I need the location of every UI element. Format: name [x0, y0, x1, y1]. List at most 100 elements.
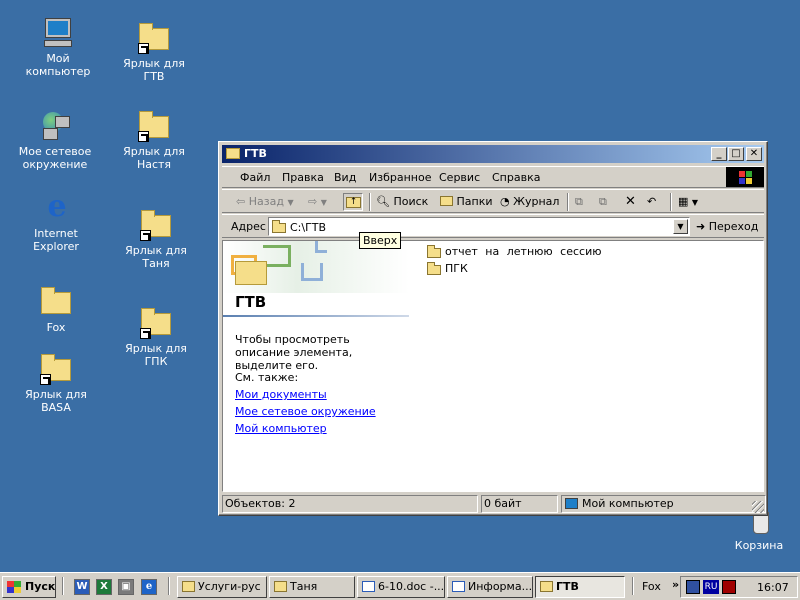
task-button-info[interactable]: Информа...: [447, 576, 533, 598]
fox-toolbar-label[interactable]: Fox: [642, 580, 661, 593]
tray-app-icon[interactable]: [722, 580, 736, 594]
toolbar-separator: [369, 193, 371, 211]
task-button-doc[interactable]: 6-10.doc -...: [357, 576, 445, 598]
search-label: Поиск: [393, 195, 429, 208]
desktop-icon-fox[interactable]: Fox: [17, 286, 95, 334]
desktop-icon-my-computer[interactable]: Мой компьютер: [19, 17, 97, 78]
desktop-icon-label: Мой компьютер: [25, 52, 91, 78]
minimize-button[interactable]: _: [711, 147, 727, 161]
go-label: Переход: [708, 220, 759, 233]
address-dropdown-button[interactable]: ▼: [673, 219, 688, 234]
chevron-down-icon: ▼: [691, 198, 699, 207]
undo-button[interactable]: ↶: [647, 193, 656, 211]
menu-help[interactable]: Справка: [492, 171, 540, 184]
taskbar: Пуск W X ▣ e Услуги-рус Таня 6-10.doc -.…: [0, 572, 800, 600]
forward-button[interactable]: ⇨ ▼: [308, 193, 327, 211]
taskbar-separator: [168, 577, 170, 595]
folder-shortcut-icon: [138, 22, 170, 54]
folder-shortcut-icon: [140, 307, 172, 339]
taskbar-separator: [632, 577, 634, 595]
chevron-down-icon: ▼: [320, 198, 327, 207]
content-area: ГТВ Чтобы просмотреть описание элемента,…: [222, 240, 764, 492]
excel-icon[interactable]: X: [96, 579, 112, 595]
start-button[interactable]: Пуск: [2, 576, 56, 598]
folders-button[interactable]: Папки: [440, 193, 493, 211]
desktop-icon-network[interactable]: Мое сетевое окружение: [16, 110, 94, 171]
desktop-icon-label: Ярлык для Настя: [123, 145, 185, 171]
start-label: Пуск: [25, 580, 56, 593]
word-document-icon: [452, 581, 465, 592]
close-button[interactable]: ✕: [746, 147, 762, 161]
system-tray: RU 16:07: [680, 576, 798, 598]
windows-logo-icon: [726, 167, 764, 187]
file-name: отчет на летнюю сессию: [445, 245, 602, 258]
title-bar[interactable]: ГТВ _ □ ✕: [222, 145, 764, 163]
folders-icon: [440, 196, 453, 206]
explorer-window: ГТВ _ □ ✕ Файл Правка Вид Избранное Серв…: [218, 141, 768, 516]
history-button[interactable]: ◔ Журнал: [500, 193, 559, 211]
desktop-icon-shortcut-nastya[interactable]: Ярлык для Настя: [115, 110, 193, 171]
link-network-places[interactable]: Мое сетевое окружение: [235, 405, 376, 418]
search-button[interactable]: 🔍︎ Поиск: [376, 193, 428, 211]
access-icon[interactable]: ▣: [118, 579, 134, 595]
views-icon: ▦: [678, 195, 689, 208]
maximize-button[interactable]: □: [728, 147, 744, 161]
desktop-icon-label: Мое сетевое окружение: [18, 145, 92, 171]
address-input[interactable]: C:\ГТВ ▼: [268, 217, 690, 236]
menu-view[interactable]: Вид: [334, 171, 356, 184]
task-button-tanya[interactable]: Таня: [269, 576, 355, 598]
folder-heading: ГТВ: [235, 293, 267, 311]
desktop-icon-shortcut-gpk[interactable]: Ярлык для ГПК: [117, 307, 195, 368]
link-my-documents[interactable]: Мои документы: [235, 388, 327, 401]
chevron-right-icon[interactable]: »: [672, 578, 679, 591]
address-bar: Адрес C:\ГТВ ▼ ➜ Переход: [222, 214, 764, 238]
word-icon[interactable]: W: [74, 579, 90, 595]
up-button[interactable]: ↑: [343, 193, 363, 211]
copy-to-button[interactable]: ⧉: [599, 193, 607, 211]
address-value: C:\ГТВ: [290, 221, 327, 234]
back-button[interactable]: ⇦ Назад ▼: [236, 193, 294, 211]
desktop-icon-label: Ярлык для Таня: [125, 244, 187, 270]
network-icon: [39, 110, 71, 142]
desktop-icon-internet-explorer[interactable]: e Internet Explorer: [17, 192, 95, 254]
menu-bar: Файл Правка Вид Избранное Сервис Справка: [222, 166, 764, 188]
tray-app-icon[interactable]: [686, 580, 700, 594]
clock: 16:07: [757, 581, 789, 594]
folder-shortcut-icon: [40, 353, 72, 385]
forward-arrow-icon: ⇨: [308, 195, 318, 208]
go-arrow-icon: ➜: [696, 220, 706, 233]
internet-explorer-icon[interactable]: e: [141, 579, 157, 595]
folder-description: Чтобы просмотреть описание элемента, выд…: [235, 333, 353, 372]
views-button[interactable]: ▦ ▼: [678, 193, 698, 211]
status-zone: Мой компьютер: [561, 495, 766, 513]
desktop-icon-shortcut-gtv[interactable]: Ярлык для ГТВ: [115, 22, 193, 83]
menu-favorites[interactable]: Избранное: [369, 171, 431, 184]
folder-icon: [427, 245, 441, 258]
desktop-icon-recycle-bin[interactable]: Корзина: [720, 510, 798, 552]
status-zone-label: Мой компьютер: [582, 497, 674, 510]
word-document-icon: [362, 581, 375, 592]
task-button-uslugi[interactable]: Услуги-рус: [177, 576, 267, 598]
computer-icon: [565, 498, 578, 509]
history-label: Журнал: [513, 195, 560, 208]
go-button[interactable]: ➜ Переход: [696, 217, 758, 236]
status-objects: Объектов: 2: [222, 495, 478, 513]
task-button-gtv[interactable]: ГТВ: [535, 576, 625, 598]
folder-up-icon: ↑: [346, 197, 361, 208]
heading-divider: [223, 315, 409, 317]
desktop-icon-shortcut-basa[interactable]: Ярлык для BASA: [17, 353, 95, 414]
resize-grip[interactable]: [752, 501, 764, 513]
language-indicator[interactable]: RU: [703, 580, 719, 594]
delete-button[interactable]: ✕: [625, 193, 636, 211]
status-bar: Объектов: 2 0 байт Мой компьютер: [222, 495, 766, 513]
task-label: 6-10.doc -...: [378, 580, 445, 593]
link-my-computer[interactable]: Мой компьютер: [235, 422, 327, 435]
see-also-label: См. также:: [235, 371, 299, 384]
move-to-button[interactable]: ⧉: [575, 193, 583, 211]
address-label: Адрес: [231, 220, 266, 233]
menu-file[interactable]: Файл: [240, 171, 270, 184]
menu-edit[interactable]: Правка: [282, 171, 324, 184]
file-name: ПГК: [445, 262, 468, 275]
menu-tools[interactable]: Сервис: [439, 171, 480, 184]
desktop-icon-shortcut-tanya[interactable]: Ярлык для Таня: [117, 209, 195, 270]
